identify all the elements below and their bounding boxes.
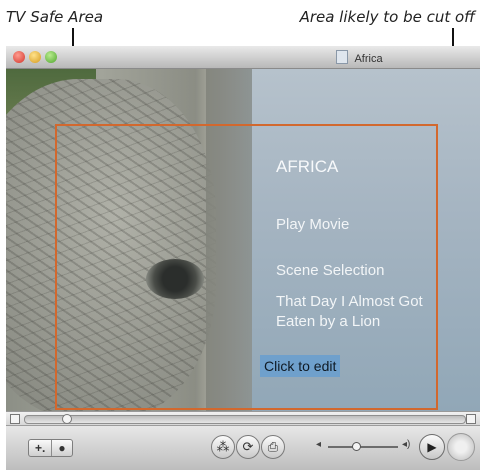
loop-button[interactable]: ⟳ — [236, 435, 260, 459]
scrubber-start-checkbox[interactable] — [10, 414, 20, 424]
menu-item-lion-story[interactable]: That Day I Almost Got Eaten by a Lion — [276, 292, 436, 332]
title-menu-icon: ⎙ — [267, 439, 279, 454]
window-title-text: Africa — [354, 53, 383, 65]
menu-preview: AFRICA Play Movie Scene Selection That D… — [6, 69, 480, 411]
menu-item-play-movie[interactable]: Play Movie — [276, 215, 349, 235]
volume-high-icon: ◂) — [402, 439, 411, 450]
window-titlebar[interactable]: Africa — [6, 46, 480, 69]
loop-icon: ⟳ — [242, 439, 254, 454]
volume-low-icon: ◂ — [316, 439, 322, 450]
elephant-image — [6, 79, 216, 411]
image-fade-band — [206, 69, 252, 411]
volume-track[interactable] — [328, 446, 398, 448]
add-info-segmented-control[interactable]: +. ● — [28, 439, 73, 457]
minimize-button[interactable] — [29, 51, 41, 63]
scrubber-end-checkbox[interactable] — [466, 414, 476, 424]
click-to-edit-button[interactable]: Click to edit — [260, 355, 341, 377]
info-button[interactable]: ● — [51, 440, 71, 456]
bottom-toolbar: +. ● ⁂ ⟳ ⎙ ◂ ◂) ▶ — [6, 425, 480, 470]
timeline-scrubber[interactable] — [6, 411, 480, 426]
elephant-eye — [146, 259, 204, 299]
remote-control-button[interactable] — [447, 433, 475, 461]
menu-item-scene-selection[interactable]: Scene Selection — [276, 261, 384, 281]
cut-off-area-label: Area likely to be cut off — [299, 8, 475, 26]
play-button[interactable]: ▶ — [419, 434, 445, 460]
window-title: Africa — [336, 50, 383, 65]
scrubber-playhead[interactable] — [62, 414, 72, 424]
scrubber-track[interactable] — [24, 415, 466, 424]
zoom-button[interactable] — [45, 51, 57, 63]
menu-title: AFRICA — [276, 157, 339, 176]
tv-safe-area-label: TV Safe Area — [6, 8, 104, 26]
dvd-studio-window: Africa AFRICA Play Movie Scene Selection… — [6, 46, 480, 470]
play-icon: ▶ — [427, 440, 437, 454]
angle-icon: ⁂ — [216, 439, 230, 454]
title-menu-button[interactable]: ⎙ — [261, 435, 285, 459]
add-button[interactable]: +. — [29, 440, 51, 456]
volume-slider[interactable]: ◂ ◂) — [316, 439, 412, 451]
close-button[interactable] — [13, 51, 25, 63]
volume-knob[interactable] — [352, 442, 361, 451]
document-icon — [336, 50, 348, 64]
angle-button[interactable]: ⁂ — [211, 435, 235, 459]
